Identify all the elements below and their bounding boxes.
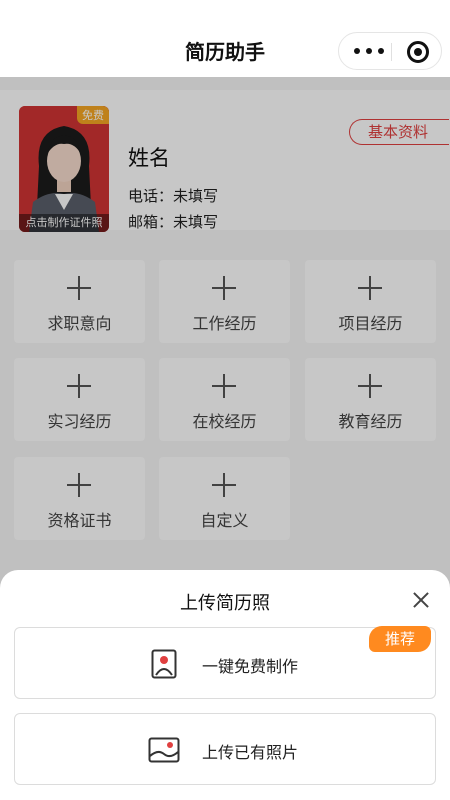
- close-miniprogram-icon[interactable]: [407, 41, 429, 63]
- capsule-divider: [391, 43, 392, 61]
- make-photo-free-button[interactable]: 一键免费制作 推荐: [14, 626, 436, 699]
- upload-photo-sheet: 上传简历照 一键免费制作 推荐 上传已有照片: [0, 570, 450, 800]
- upload-existing-photo-button[interactable]: 上传已有照片: [14, 713, 436, 785]
- mini-program-capsule: [338, 32, 442, 70]
- option-label: 上传已有照片: [202, 743, 299, 762]
- recommended-badge: 推荐: [369, 626, 431, 652]
- more-icon[interactable]: [354, 42, 384, 60]
- option-label: 一键免费制作: [202, 657, 299, 676]
- sheet-title: 上传简历照: [180, 593, 270, 614]
- close-icon[interactable]: [410, 589, 432, 611]
- navigation-bar: 简历助手: [0, 0, 450, 77]
- image-icon: [148, 737, 180, 763]
- portrait-icon: [151, 649, 177, 679]
